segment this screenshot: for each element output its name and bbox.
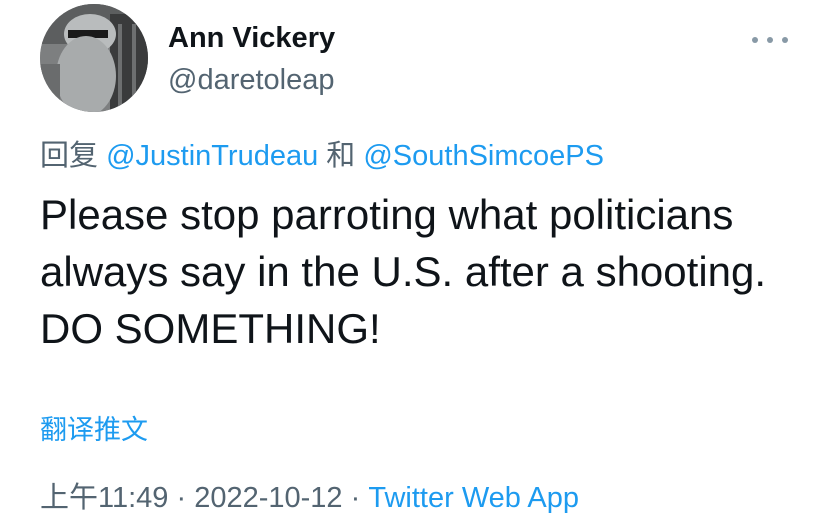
mention-link-southsimcoeps[interactable]: @SouthSimcoePS: [363, 140, 604, 172]
tweet-text: Please stop parroting what politicians a…: [40, 191, 767, 352]
meta-separator: ·: [350, 482, 361, 514]
meta-separator: ·: [176, 482, 187, 514]
more-horizontal-icon: [767, 37, 773, 43]
reply-conjunction: 和: [326, 140, 356, 172]
more-horizontal-icon: [782, 37, 788, 43]
tweet-metadata: 上午11:49 · 2022-10-12 · Twitter Web App: [40, 474, 579, 516]
avatar-image: [40, 4, 148, 112]
author-handle[interactable]: @daretoleap: [168, 64, 335, 97]
translate-tweet-link[interactable]: 翻译推文: [40, 408, 148, 447]
more-horizontal-icon: [752, 37, 758, 43]
tweet-time[interactable]: 上午11:49: [40, 482, 168, 514]
tweet-card: Ann Vickery @daretoleap 回复 @JustinTrudea…: [0, 0, 828, 520]
tweet-source-link[interactable]: Twitter Web App: [368, 482, 579, 514]
tweet-date[interactable]: 2022-10-12: [194, 482, 342, 514]
reply-prefix: 回复: [40, 140, 99, 172]
mention-link-justintrudeau[interactable]: @JustinTrudeau: [106, 140, 318, 172]
avatar[interactable]: [40, 4, 148, 112]
more-options-button[interactable]: [752, 26, 788, 54]
author-name[interactable]: Ann Vickery: [168, 22, 335, 55]
reply-context: 回复 @JustinTrudeau 和 @SouthSimcoePS: [40, 132, 604, 174]
